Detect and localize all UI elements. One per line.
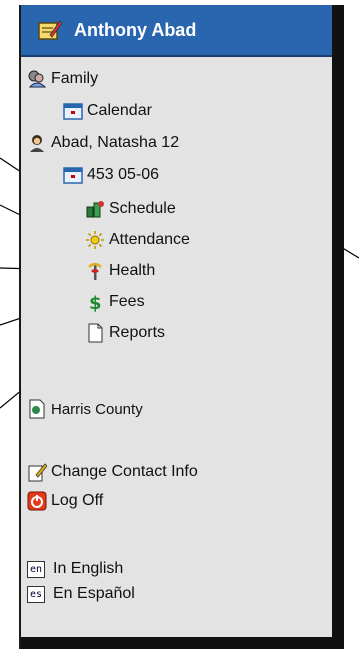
family-label: Family — [51, 70, 99, 87]
spanish-label: En Español — [53, 585, 135, 602]
schedule-icon — [86, 201, 104, 218]
svg-text:$: $ — [89, 293, 102, 312]
reports-label: Reports — [109, 324, 166, 341]
attendance-icon — [86, 231, 104, 249]
fees-label: Fees — [109, 293, 145, 310]
fees-link[interactable]: $ Fees — [85, 292, 145, 312]
panel-shadow-bottom — [21, 637, 344, 649]
log-off-link[interactable]: Log Off — [27, 491, 103, 511]
log-off-label: Log Off — [51, 492, 104, 509]
district-link[interactable]: Harris County — [27, 399, 143, 419]
spanish-flag-icon: es — [27, 585, 45, 603]
calendar-icon — [63, 103, 83, 120]
district-label: Harris County — [51, 400, 143, 418]
english-label: In English — [53, 560, 124, 577]
english-flag-icon: en — [27, 560, 45, 578]
panel-shadow-right — [332, 5, 344, 649]
user-name: Anthony Abad — [74, 19, 197, 40]
spanish-link[interactable]: es En Español — [27, 585, 135, 603]
english-link[interactable]: en In English — [27, 560, 123, 578]
district-document-icon — [29, 399, 45, 419]
family-calendar-link[interactable]: Calendar — [63, 101, 152, 121]
edit-document-icon — [28, 463, 47, 482]
student-link[interactable]: Abad, Natasha 12 — [27, 133, 179, 153]
student-icon — [30, 135, 44, 152]
power-icon — [27, 491, 47, 511]
health-link[interactable]: Health — [85, 261, 155, 281]
schedule-link[interactable]: Schedule — [85, 199, 176, 219]
change-contact-link[interactable]: Change Contact Info — [27, 462, 198, 482]
term-link[interactable]: 453 05-06 — [63, 165, 159, 185]
navigation-panel: Anthony Abad Family Calendar Abad, Natas… — [19, 5, 344, 649]
attendance-link[interactable]: Attendance — [85, 230, 190, 250]
user-header: Anthony Abad — [21, 5, 334, 57]
health-icon — [88, 262, 102, 280]
student-note-icon — [38, 20, 62, 40]
calendar-icon — [63, 167, 83, 184]
calendar-label: Calendar — [87, 102, 152, 119]
change-contact-label: Change Contact Info — [51, 463, 198, 480]
health-label: Health — [109, 262, 156, 279]
attendance-label: Attendance — [109, 231, 190, 248]
reports-link[interactable]: Reports — [85, 323, 165, 343]
student-name: Abad, Natasha 12 — [51, 134, 180, 151]
term-label: 453 05-06 — [87, 166, 160, 183]
fees-icon: $ — [89, 293, 102, 312]
family-icon — [28, 70, 47, 88]
family-link[interactable]: Family — [27, 69, 98, 89]
schedule-label: Schedule — [109, 200, 176, 217]
reports-icon — [88, 323, 103, 343]
